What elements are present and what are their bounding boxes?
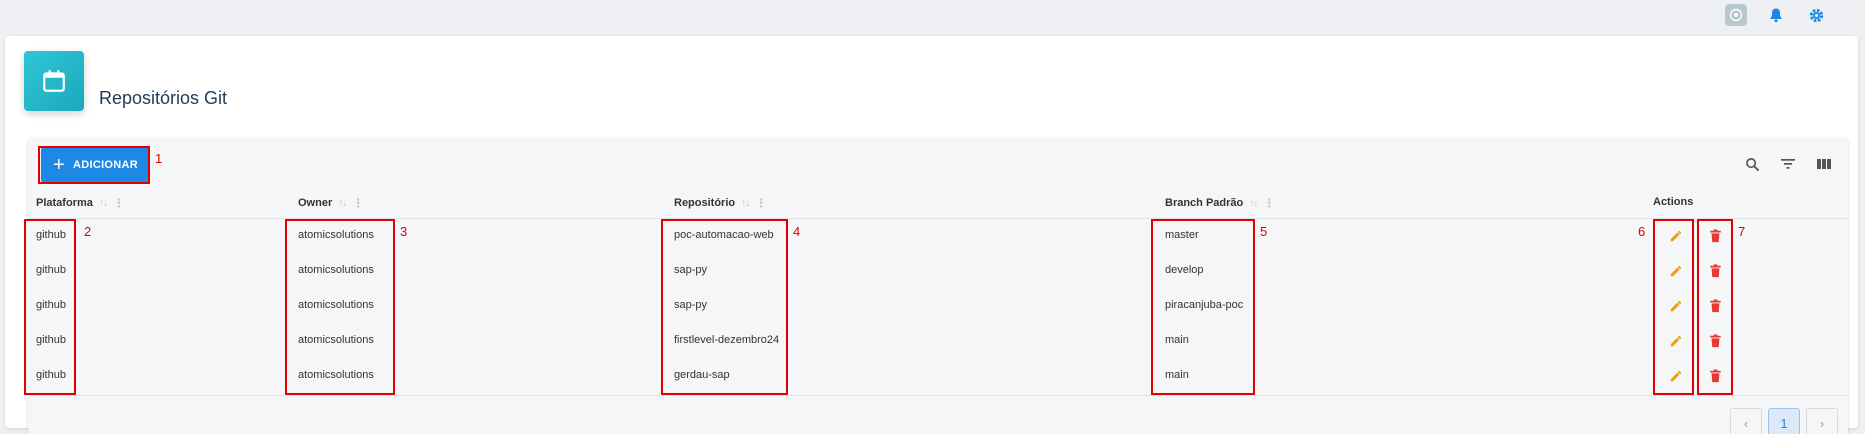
pagination: ‹ 1 › <box>1730 408 1838 434</box>
column-menu-icon[interactable]: ⋮ <box>113 196 125 210</box>
calendar-icon <box>24 51 84 111</box>
annotation-box <box>285 219 395 395</box>
column-menu-icon[interactable]: ⋮ <box>755 196 767 210</box>
column-header-repository[interactable]: Repositório ↑↓ ⋮ <box>674 196 767 210</box>
prev-page-button[interactable]: ‹ <box>1730 408 1762 434</box>
column-header-branch[interactable]: Branch Padrão ↑↓ ⋮ <box>1165 196 1275 210</box>
column-menu-icon[interactable]: ⋮ <box>352 196 364 210</box>
grid-toolbar <box>1742 154 1834 174</box>
annotation-number: 1 <box>155 151 163 166</box>
filter-icon[interactable] <box>1778 154 1798 174</box>
sort-icon[interactable]: ↑↓ <box>338 198 347 209</box>
annotation-box <box>661 219 788 395</box>
annotation-box <box>24 219 76 395</box>
sort-icon[interactable]: ↑↓ <box>741 198 750 209</box>
annotation-number: 7 <box>1738 224 1746 239</box>
column-menu-icon[interactable]: ⋮ <box>1263 196 1275 210</box>
page-button-current[interactable]: 1 <box>1768 408 1800 434</box>
annotation-number: 2 <box>84 224 92 239</box>
search-icon[interactable] <box>1742 154 1762 174</box>
column-header-actions: Actions <box>1653 196 1693 208</box>
data-grid: + ADICIONAR Plataforma ↑↓ ⋮ Owner ↑↓ ⋮ R… <box>24 138 1848 434</box>
footer-divider <box>28 395 1848 396</box>
column-header-label: Owner <box>298 197 333 209</box>
bell-icon[interactable] <box>1765 4 1787 26</box>
gear-icon[interactable] <box>1805 4 1827 26</box>
annotation-box <box>38 146 150 184</box>
ai-assistant-icon[interactable] <box>1725 4 1747 26</box>
column-header-label: Actions <box>1653 196 1694 208</box>
annotation-box <box>1151 219 1255 395</box>
annotation-number: 5 <box>1260 224 1268 239</box>
columns-icon[interactable] <box>1814 154 1834 174</box>
annotation-box <box>1653 219 1694 395</box>
annotation-number: 3 <box>400 224 408 239</box>
next-page-button[interactable]: › <box>1806 408 1838 434</box>
main-card: Repositórios Git + ADICIONAR Plataforma … <box>5 36 1858 434</box>
annotation-number: 4 <box>793 224 801 239</box>
column-header-label: Branch Padrão <box>1165 197 1244 209</box>
sort-icon[interactable]: ↑↓ <box>99 198 108 209</box>
column-header-label: Repositório <box>674 197 736 209</box>
page-title: Repositórios Git <box>99 88 228 108</box>
annotation-number: 6 <box>1638 224 1646 239</box>
column-header-owner[interactable]: Owner ↑↓ ⋮ <box>298 196 364 210</box>
sort-icon[interactable]: ↑↓ <box>1249 198 1258 209</box>
column-header-label: Plataforma <box>36 197 93 209</box>
topbar-icons <box>1725 4 1827 26</box>
annotation-box <box>1697 219 1733 395</box>
column-header-platform[interactable]: Plataforma ↑↓ ⋮ <box>36 196 125 210</box>
